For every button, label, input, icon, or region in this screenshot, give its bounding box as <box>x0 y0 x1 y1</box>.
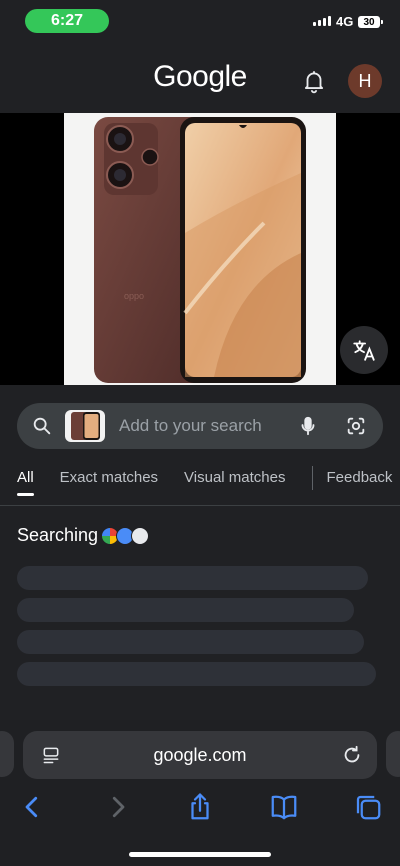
back-arrow-icon[interactable] <box>17 792 47 822</box>
home-indicator[interactable] <box>129 852 271 857</box>
status-time: 6:27 <box>25 9 109 33</box>
phone-illustration: oppo <box>94 117 306 383</box>
bookmarks-icon[interactable] <box>269 792 299 822</box>
bell-icon[interactable] <box>301 68 327 94</box>
searching-status: Searching <box>17 525 150 546</box>
next-tab-preview[interactable] <box>386 731 400 777</box>
forward-arrow-icon[interactable] <box>103 792 133 822</box>
skeleton-line <box>17 566 368 590</box>
tabs-divider <box>0 505 400 506</box>
address-bar[interactable]: google.com <box>23 731 377 779</box>
skeleton-line <box>17 630 364 654</box>
search-bar[interactable] <box>17 403 383 449</box>
result-tabs: All Exact matches Visual matches Feedbac… <box>17 465 400 496</box>
skeleton-line <box>17 662 376 686</box>
searching-label: Searching <box>17 525 99 545</box>
translate-icon <box>353 340 375 361</box>
previous-tab-preview[interactable] <box>0 731 14 777</box>
svg-text:oppo: oppo <box>124 291 144 301</box>
source-icon <box>131 526 150 545</box>
search-input[interactable] <box>117 415 281 437</box>
thumbnail-image <box>71 412 100 440</box>
network-type: 4G <box>336 14 354 29</box>
translate-button[interactable] <box>340 326 388 374</box>
tab-feedback[interactable]: Feedback <box>327 469 393 496</box>
tabs-icon[interactable] <box>353 792 383 822</box>
lens-camera-icon[interactable] <box>345 415 367 437</box>
share-icon[interactable] <box>185 792 215 822</box>
battery-indicator: 30 <box>358 16 383 28</box>
query-thumbnail[interactable] <box>65 410 105 442</box>
tab-divider <box>311 465 313 490</box>
tab-all[interactable]: All <box>17 469 34 496</box>
avatar[interactable]: H <box>348 64 382 98</box>
skeleton-line <box>17 598 354 622</box>
google-logo[interactable]: Google <box>0 60 400 94</box>
mic-icon[interactable] <box>297 415 319 437</box>
tab-visual-matches[interactable]: Visual matches <box>184 469 285 496</box>
url-text: google.com <box>153 744 247 765</box>
reload-icon[interactable] <box>341 744 363 766</box>
search-icon <box>33 417 51 435</box>
reader-icon[interactable] <box>41 745 61 765</box>
signal-icon <box>313 16 331 26</box>
query-image[interactable]: oppo <box>64 113 336 385</box>
loading-sources <box>101 526 150 545</box>
tab-exact-matches[interactable]: Exact matches <box>60 469 158 496</box>
